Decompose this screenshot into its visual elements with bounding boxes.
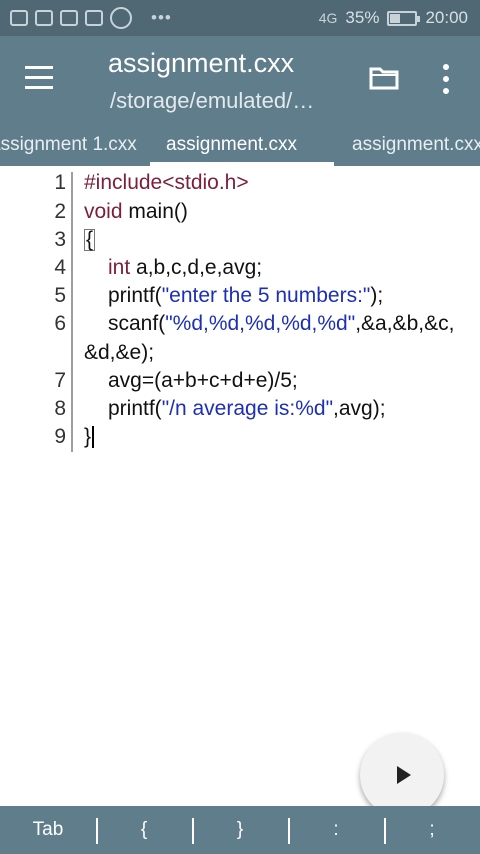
message-icon bbox=[10, 10, 28, 26]
shield-icon bbox=[35, 10, 53, 26]
code-text: ,avg); bbox=[333, 397, 386, 420]
more-vert-icon[interactable] bbox=[438, 64, 454, 94]
notification-icons: ••• bbox=[0, 7, 172, 29]
code-text: ); bbox=[370, 284, 384, 307]
eight-ball-icon bbox=[110, 7, 132, 29]
app-bar: assignment.cxx /storage/emulated/… bbox=[0, 36, 480, 126]
line-number: 2 bbox=[54, 200, 66, 223]
key-tab[interactable]: Tab bbox=[0, 806, 96, 854]
key-colon[interactable]: : bbox=[288, 806, 384, 854]
symbol-key-bar: Tab { } : ; bbox=[0, 806, 480, 854]
code-text: scanf( bbox=[108, 312, 166, 335]
code-line-3: { bbox=[84, 228, 96, 252]
code-line-2: void main() bbox=[84, 200, 188, 224]
app-icon bbox=[60, 10, 78, 26]
code-line-8: printf("/n average is:%d",avg); bbox=[108, 397, 386, 421]
code-line-9: } bbox=[84, 425, 95, 449]
battery-icon bbox=[387, 10, 421, 26]
line-number: 8 bbox=[54, 397, 66, 420]
run-button[interactable] bbox=[360, 733, 444, 817]
code-line-1: #include<stdio.h> bbox=[84, 171, 249, 194]
line-number: 5 bbox=[54, 284, 66, 307]
battery-percent: 35% bbox=[345, 8, 380, 27]
hamburger-icon[interactable] bbox=[25, 66, 53, 90]
code-text: a,b,c,d,e,avg; bbox=[130, 256, 263, 279]
signal-icon: 4G bbox=[318, 10, 338, 26]
string-literal: "%d,%d,%d,%d,%d" bbox=[165, 312, 356, 335]
line-number: 1 bbox=[54, 171, 66, 194]
more-notifications-icon: ••• bbox=[151, 8, 172, 27]
key-semicolon[interactable]: ; bbox=[384, 806, 480, 854]
line-number: 9 bbox=[54, 425, 66, 448]
tab-assignment-active[interactable]: assignment.cxx bbox=[166, 134, 297, 156]
key-open-brace[interactable]: { bbox=[96, 806, 192, 854]
code-text: ,&a,&b,&c, bbox=[355, 312, 455, 335]
line-number: 3 bbox=[54, 228, 66, 251]
folder-icon[interactable] bbox=[369, 66, 399, 90]
string-literal: "enter the 5 numbers:" bbox=[161, 284, 371, 307]
code-line-6-wrap: &d,&e); bbox=[84, 341, 155, 364]
code-editor[interactable]: 1 2 3 4 5 6 7 8 9 #include<stdio.h> void… bbox=[0, 166, 480, 806]
play-icon bbox=[397, 766, 411, 784]
keyword: int bbox=[108, 256, 131, 279]
code-text: printf( bbox=[108, 284, 162, 307]
video-icon bbox=[85, 10, 103, 26]
file-tabs: assignment 1.cxx assignment.cxx assignme… bbox=[0, 126, 480, 166]
file-title: assignment.cxx bbox=[108, 48, 295, 78]
code-line-4: int a,b,c,d,e,avg; bbox=[108, 256, 262, 280]
status-bar: ••• 4G 35% 20:00 bbox=[0, 0, 480, 36]
code-line-5: printf("enter the 5 numbers:"); bbox=[108, 284, 383, 308]
tab-assignment-next[interactable]: assignment.cxx bbox=[352, 134, 480, 156]
line-number: 7 bbox=[54, 369, 66, 392]
closing-brace: } bbox=[84, 425, 92, 448]
key-close-brace[interactable]: } bbox=[192, 806, 288, 854]
keyword: void bbox=[84, 200, 123, 223]
matched-brace: { bbox=[84, 228, 96, 251]
code-line-7: avg=(a+b+c+d+e)/5; bbox=[108, 369, 298, 392]
battery-level bbox=[390, 13, 400, 23]
file-path: /storage/emulated/… bbox=[110, 88, 315, 113]
code-line-6: scanf("%d,%d,%d,%d,%d",&a,&b,&c, bbox=[108, 312, 454, 336]
code-text: printf( bbox=[108, 397, 162, 420]
line-number: 6 bbox=[54, 312, 66, 335]
text-cursor bbox=[92, 426, 95, 449]
string-literal: "/n average is:%d" bbox=[161, 397, 334, 420]
clock: 20:00 bbox=[425, 8, 468, 27]
gutter-divider bbox=[71, 172, 73, 452]
tab-assignment-1[interactable]: assignment 1.cxx bbox=[0, 134, 137, 156]
line-number: 4 bbox=[54, 256, 66, 279]
code-text: main() bbox=[122, 200, 188, 223]
